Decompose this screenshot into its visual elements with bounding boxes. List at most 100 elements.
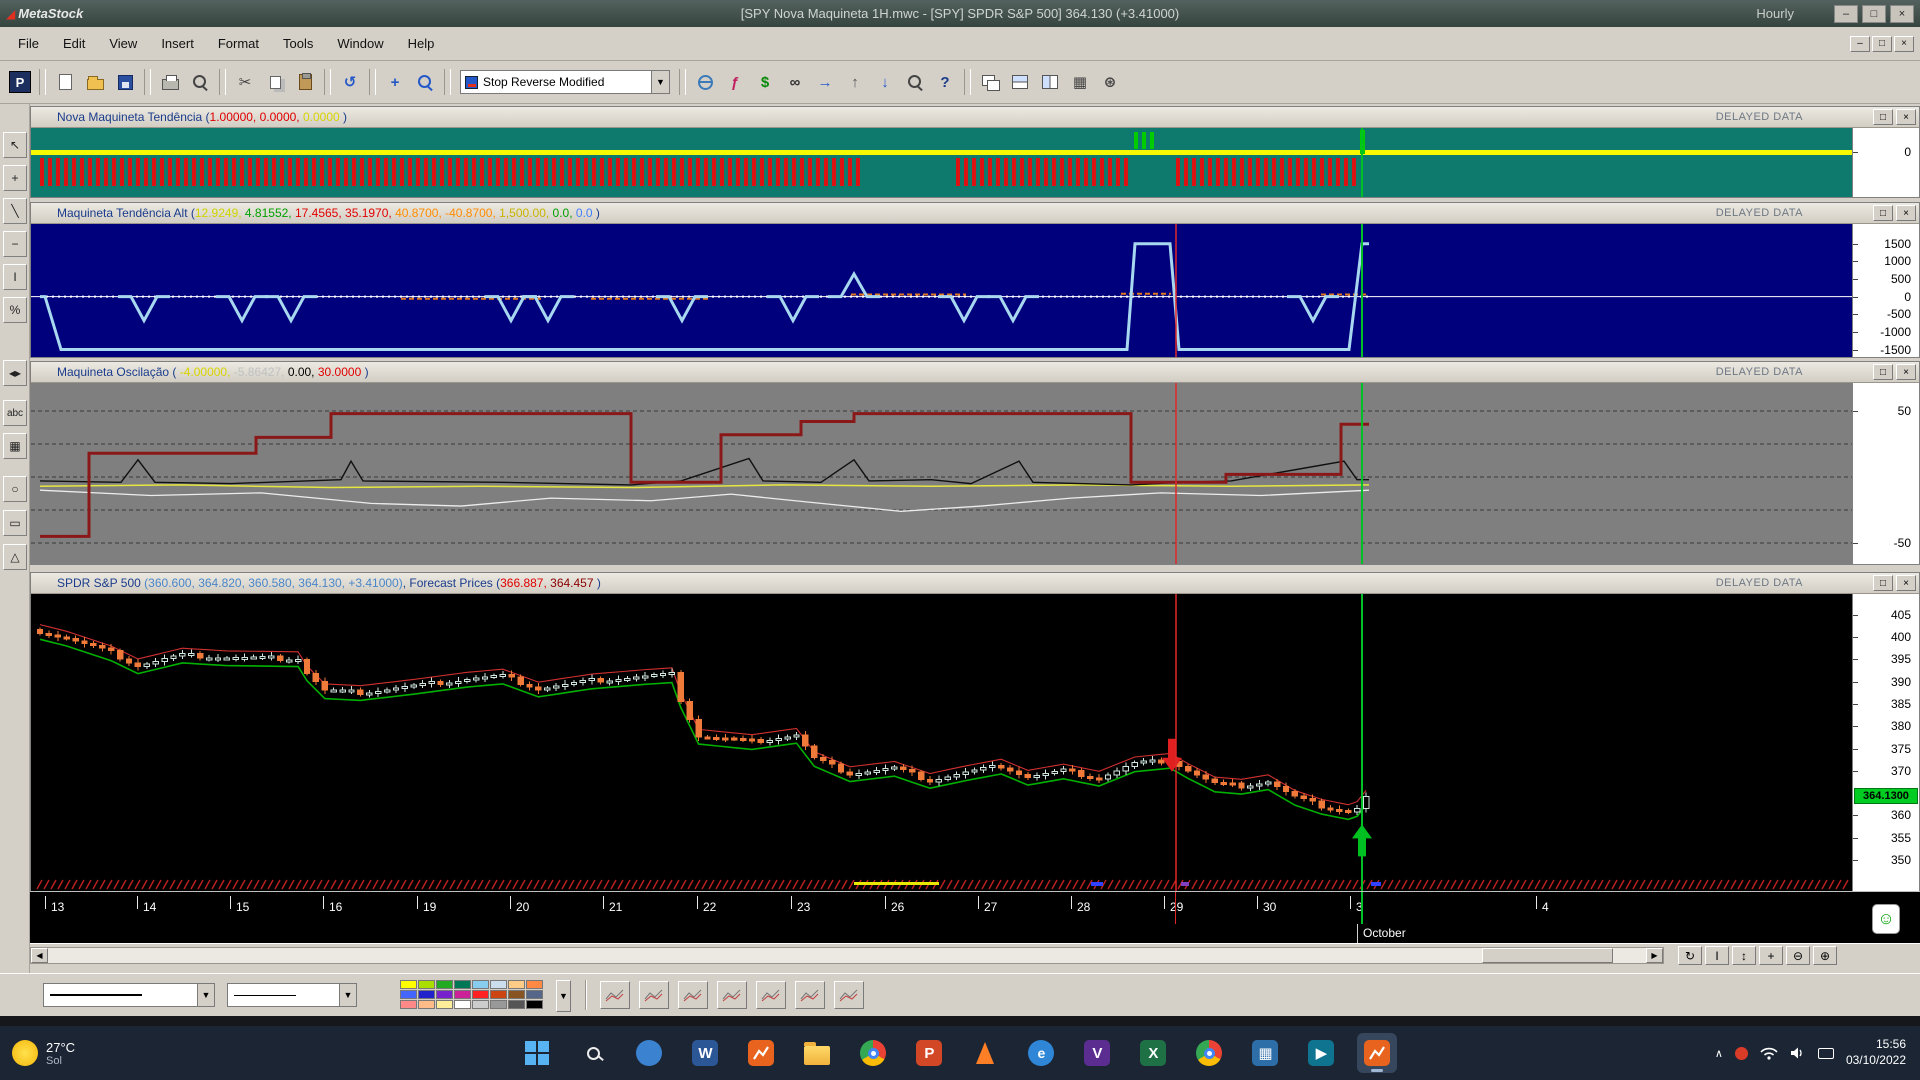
palette-color[interactable] <box>436 990 453 999</box>
palette-color[interactable] <box>490 990 507 999</box>
palette-color[interactable] <box>508 980 525 989</box>
palette-color[interactable] <box>454 1000 471 1009</box>
taskbar-vlc-icon[interactable] <box>965 1033 1005 1073</box>
zoom-out-button[interactable]: ⊖ <box>1786 946 1810 965</box>
scroll-arrows-tool[interactable]: ◂▸ <box>3 360 27 386</box>
power-console-button[interactable]: P <box>6 68 34 96</box>
undo-button[interactable]: ↺ <box>336 68 364 96</box>
chevron-down-icon[interactable]: ▼ <box>651 71 669 93</box>
panel-restore-button[interactable]: □ <box>1873 109 1893 125</box>
chart-preset-2-button[interactable] <box>639 981 669 1009</box>
taskbar-weather-widget[interactable]: 27°C Sol <box>0 1040 200 1067</box>
wifi-icon[interactable] <box>1760 1046 1778 1060</box>
binoculars-button[interactable]: ∞ <box>781 68 809 96</box>
zoom-in-button[interactable]: ⊕ <box>1813 946 1837 965</box>
taskbar-metastock-active-icon[interactable] <box>1357 1033 1397 1073</box>
panel-close-button[interactable]: × <box>1896 364 1916 380</box>
zoom-button[interactable] <box>411 68 439 96</box>
color-palette[interactable] <box>400 980 552 1012</box>
tile-vertical-button[interactable] <box>1036 68 1064 96</box>
save-button[interactable] <box>111 68 139 96</box>
tray-chevron-icon[interactable]: ∧ <box>1715 1047 1723 1060</box>
taskbar-visualstudio-icon[interactable]: V <box>1077 1033 1117 1073</box>
taskbar-chrome-icon[interactable] <box>853 1033 893 1073</box>
scrollbar-thumb[interactable] <box>1482 948 1613 963</box>
price-chart[interactable] <box>31 594 1852 892</box>
rectangle-tool[interactable]: ▭ <box>3 510 27 536</box>
pointer-tool[interactable]: ↖ <box>3 132 27 158</box>
chart-preset-5-button[interactable] <box>756 981 786 1009</box>
palette-color[interactable] <box>418 1000 435 1009</box>
taskbar-search-button[interactable] <box>573 1033 613 1073</box>
copy-button[interactable] <box>261 68 289 96</box>
chevron-down-icon[interactable]: ▼ <box>339 984 356 1006</box>
palette-color[interactable] <box>400 990 417 999</box>
taskbar-media-icon[interactable]: ▶ <box>1301 1033 1341 1073</box>
tendencia-chart[interactable] <box>31 128 1852 197</box>
downloader-button[interactable]: ↓ <box>871 68 899 96</box>
palette-color[interactable] <box>526 980 543 989</box>
panel-close-button[interactable]: × <box>1896 575 1916 591</box>
palette-color[interactable] <box>418 990 435 999</box>
ellipse-tool[interactable]: ○ <box>3 476 27 502</box>
tray-app-badge-icon[interactable] <box>1735 1047 1748 1060</box>
help-button[interactable]: ? <box>931 68 959 96</box>
globe-button[interactable] <box>691 68 719 96</box>
crosshair-tool[interactable]: + <box>3 165 27 191</box>
percent-tool[interactable]: % <box>3 297 27 323</box>
pan-button[interactable]: + <box>1759 946 1783 965</box>
scroll-right-button[interactable]: ▶ <box>1646 948 1663 963</box>
palette-color[interactable] <box>508 990 525 999</box>
menu-view[interactable]: View <box>97 32 149 55</box>
triangle-tool[interactable]: △ <box>3 544 27 570</box>
palette-color[interactable] <box>526 990 543 999</box>
palette-color[interactable] <box>454 990 471 999</box>
taskbar-explorer-icon[interactable] <box>797 1033 837 1073</box>
menu-help[interactable]: Help <box>396 32 447 55</box>
line-weight-combo[interactable]: ▼ <box>227 983 357 1007</box>
palette-color[interactable] <box>418 980 435 989</box>
line-style-combo[interactable]: ▼ <box>43 983 215 1007</box>
smiley-status-icon[interactable]: ☺ <box>1872 904 1900 934</box>
restore-button[interactable]: □ <box>1862 5 1886 23</box>
menu-window[interactable]: Window <box>325 32 395 55</box>
menu-format[interactable]: Format <box>206 32 271 55</box>
tendencia-alt-chart[interactable] <box>31 224 1852 357</box>
open-button[interactable] <box>81 68 109 96</box>
chart-preset-3-button[interactable] <box>678 981 708 1009</box>
palette-color[interactable] <box>454 980 471 989</box>
indicator-style-combo[interactable]: Stop Reverse Modified ▼ <box>460 70 670 94</box>
taskbar-metastock-icon[interactable] <box>741 1033 781 1073</box>
horizontal-line-tool[interactable]: − <box>3 231 27 257</box>
taskbar-clock[interactable]: 15:56 03/10/2022 <box>1846 1037 1906 1068</box>
palette-dropdown-button[interactable]: ▼ <box>556 980 571 1012</box>
print-button[interactable] <box>156 68 184 96</box>
upload-button[interactable]: ↑ <box>841 68 869 96</box>
dollar-button[interactable]: $ <box>751 68 779 96</box>
cut-button[interactable]: ✂ <box>231 68 259 96</box>
mdi-close-button[interactable]: × <box>1894 36 1914 52</box>
tile-horizontal-button[interactable] <box>1006 68 1034 96</box>
chevron-down-icon[interactable]: ▼ <box>197 984 214 1006</box>
trendline-tool[interactable]: ╲ <box>3 198 27 224</box>
menu-edit[interactable]: Edit <box>51 32 97 55</box>
taskbar-browser-icon[interactable] <box>1189 1033 1229 1073</box>
menu-file[interactable]: File <box>6 32 51 55</box>
vertical-scale-button[interactable]: ↕ <box>1732 946 1756 965</box>
date-axis[interactable]: 131415161920212223262728293034 <box>30 891 1920 924</box>
chart-preset-4-button[interactable] <box>717 981 747 1009</box>
palette-color[interactable] <box>526 1000 543 1009</box>
horizontal-scrollbar[interactable] <box>30 947 1664 964</box>
taskbar-word-icon[interactable]: W <box>685 1033 725 1073</box>
mdi-minimize-button[interactable]: – <box>1850 36 1870 52</box>
panel-restore-button[interactable]: □ <box>1873 364 1893 380</box>
taskbar-powerpoint-icon[interactable]: P <box>909 1033 949 1073</box>
menu-insert[interactable]: Insert <box>149 32 206 55</box>
palette-color[interactable] <box>400 1000 417 1009</box>
palette-color[interactable] <box>472 980 489 989</box>
taskbar-start-button[interactable] <box>517 1033 557 1073</box>
taskbar-excel-icon[interactable]: X <box>1133 1033 1173 1073</box>
cascade-windows-button[interactable] <box>976 68 1004 96</box>
palette-color[interactable] <box>436 980 453 989</box>
chart-preset-7-button[interactable] <box>834 981 864 1009</box>
